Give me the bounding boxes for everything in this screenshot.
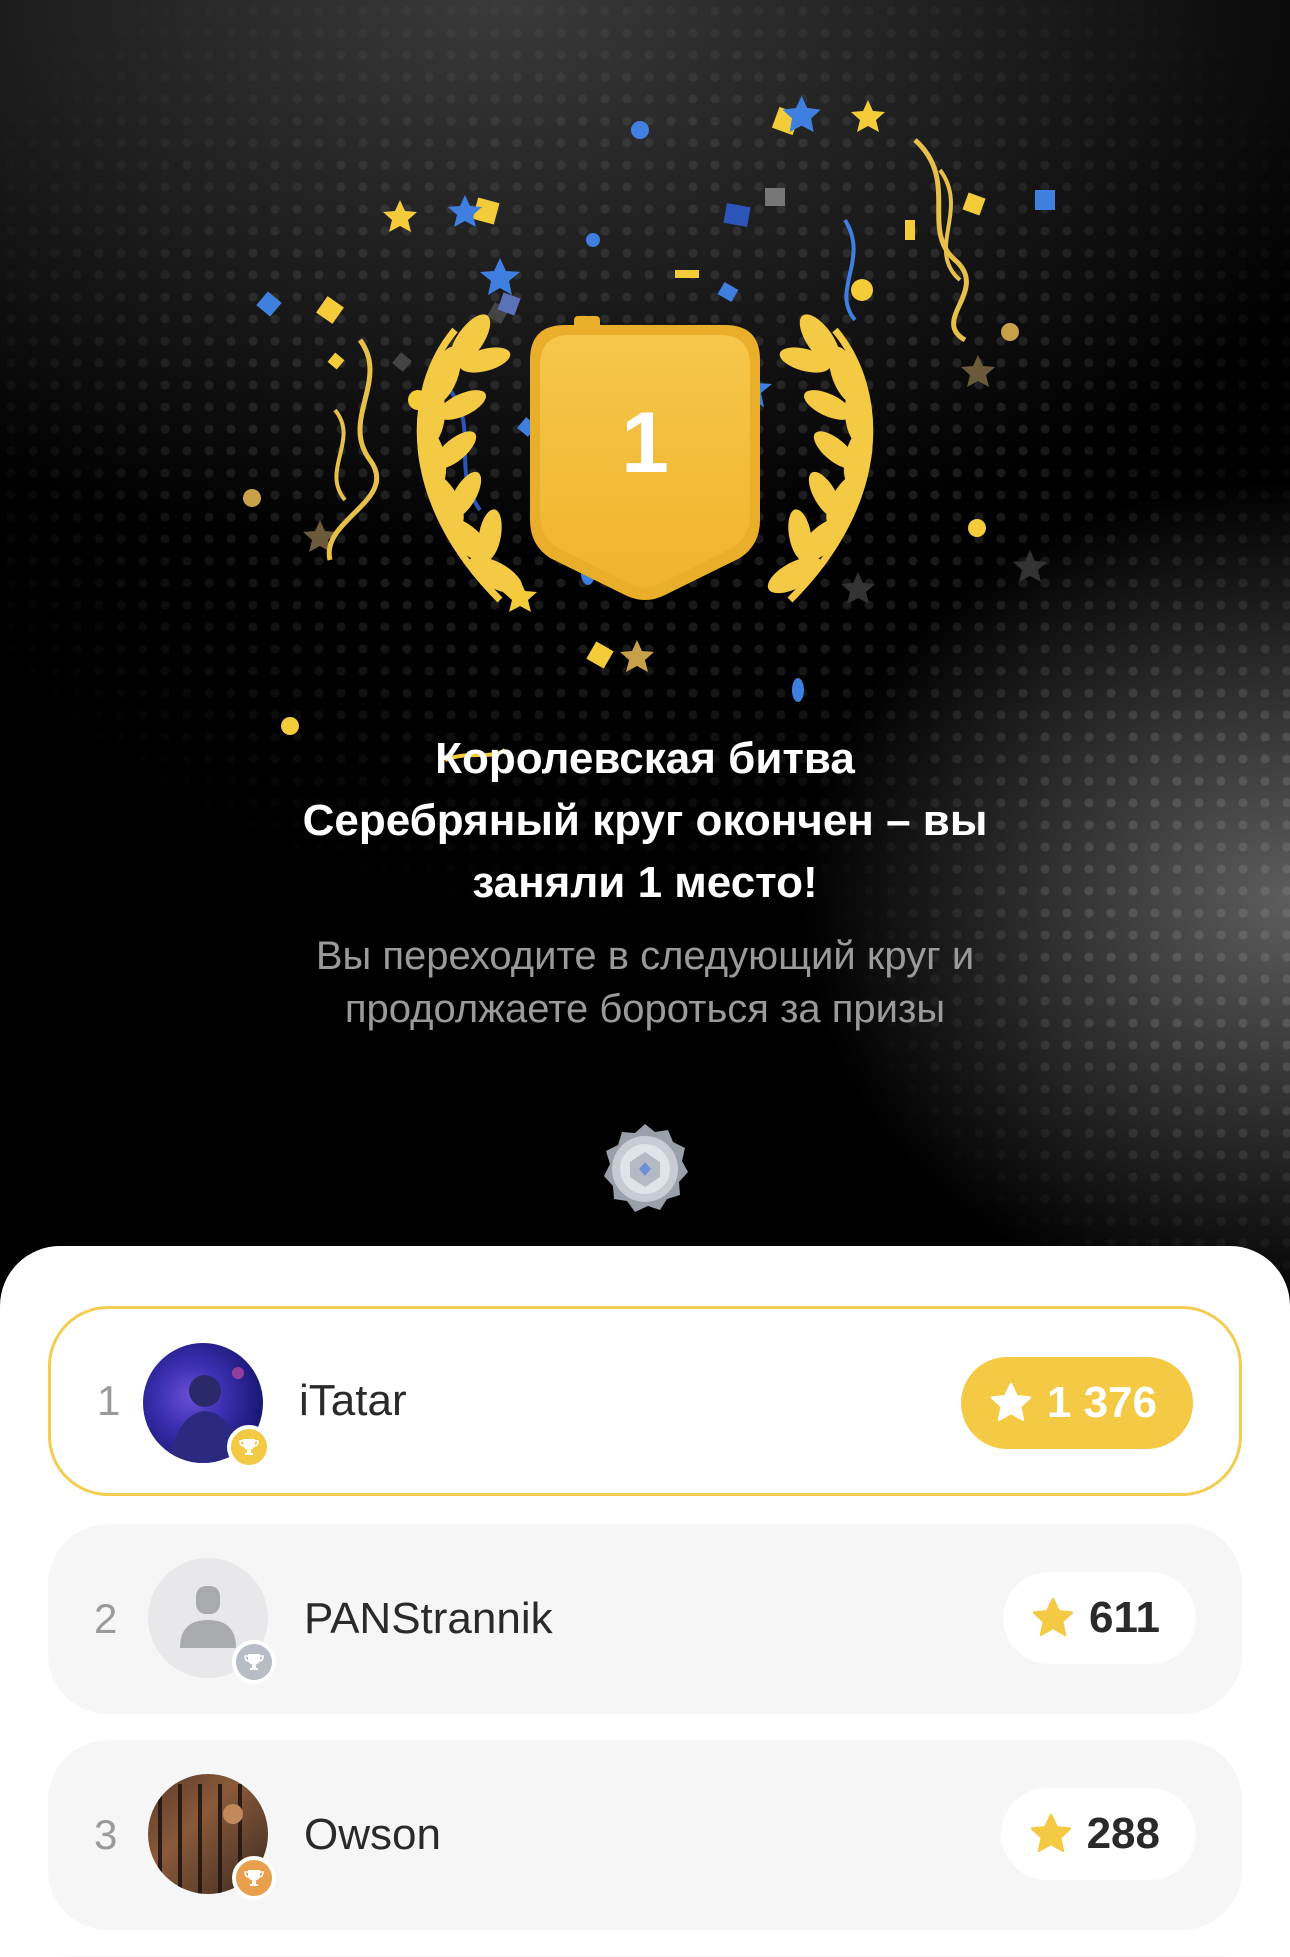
score-pill: 611: [1003, 1572, 1196, 1664]
star-icon: [990, 1382, 1032, 1421]
leaderboard-row-2[interactable]: 2 PANStrannik 611: [48, 1524, 1242, 1714]
title-line-3: заняли 1 место!: [472, 858, 818, 907]
score-pill: 1 376: [960, 1357, 1193, 1449]
score-value: 611: [1089, 1593, 1160, 1642]
title-line-1: Королевская битва: [435, 734, 855, 783]
rank-number: 3: [94, 1811, 118, 1858]
hero-section: 1 Королевская битва Серебряный круг окон…: [0, 0, 1290, 1300]
player-name: Owson: [304, 1810, 441, 1859]
leaderboard-sheet: 1 iTatar 1 376 2 PANStrannik 611 3 Owson…: [0, 1246, 1290, 1957]
player-name: PANStrannik: [304, 1594, 553, 1643]
title-line-2: Серебряный круг окончен – вы: [302, 796, 988, 845]
leaderboard-row-3[interactable]: 3 Owson 288: [48, 1740, 1242, 1930]
trophy-icon: [232, 1856, 276, 1900]
leaderboard-row-1[interactable]: 1 iTatar 1 376: [48, 1306, 1242, 1496]
subtitle-line-2: продолжаете бороться за призы: [344, 987, 946, 1031]
score-pill: 288: [1000, 1788, 1196, 1880]
player-name: iTatar: [299, 1376, 407, 1425]
rank-number: 2: [94, 1595, 118, 1642]
rank-number: 1: [97, 1377, 121, 1424]
score-value: 288: [1086, 1809, 1160, 1858]
score-value: 1 376: [1046, 1378, 1157, 1427]
result-subtitle: Вы переходите в следующий круг и продолж…: [200, 930, 1090, 1036]
trophy-icon: [232, 1640, 276, 1684]
silver-league-emblem-icon: [604, 1124, 688, 1212]
badge-number: 1: [621, 395, 669, 491]
result-title: Королевская битва Серебряный круг оконче…: [150, 728, 1140, 914]
subtitle-line-1: Вы переходите в следующий круг и: [315, 934, 975, 978]
star-icon: [1032, 1597, 1074, 1636]
shield-badge-icon: 1: [530, 316, 760, 600]
trophy-icon: [227, 1425, 271, 1469]
victory-badge: 1: [243, 96, 1055, 762]
star-icon: [1030, 1813, 1071, 1852]
